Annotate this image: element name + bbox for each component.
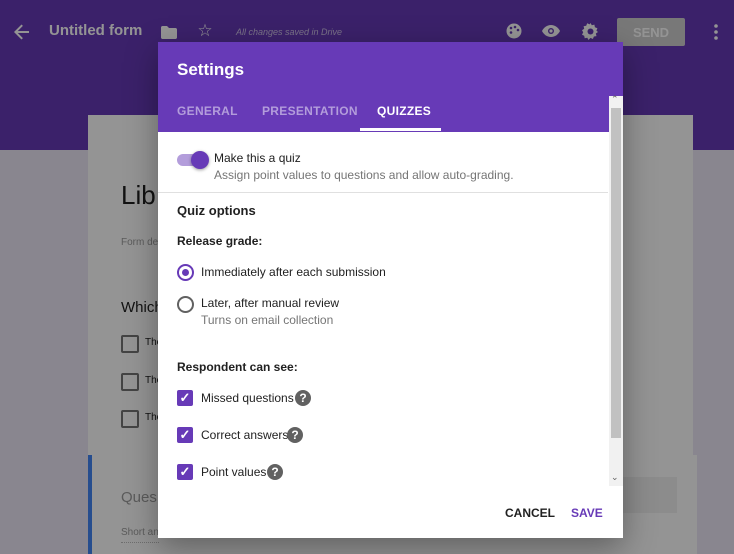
tab-quizzes[interactable]: QUIZZES	[377, 104, 431, 118]
settings-dialog: Settings GENERAL PRESENTATION QUIZZES Ma…	[158, 42, 623, 538]
tab-general[interactable]: GENERAL	[177, 104, 238, 118]
help-icon[interactable]: ?	[295, 390, 311, 406]
scrollbar-thumb[interactable]	[611, 108, 621, 438]
point-values-checkbox[interactable]: ✓	[177, 464, 193, 480]
quiz-toggle[interactable]	[191, 151, 209, 169]
section-divider	[158, 192, 608, 193]
radio-later-sub: Turns on email collection	[201, 313, 334, 327]
quiz-options-heading: Quiz options	[177, 203, 256, 218]
quiz-toggle-description: Assign point values to questions and all…	[214, 168, 514, 182]
help-icon[interactable]: ?	[267, 464, 283, 480]
respondent-heading: Respondent can see:	[177, 360, 298, 374]
correct-answers-label[interactable]: Correct answers	[201, 428, 288, 442]
radio-later-label[interactable]: Later, after manual review	[201, 296, 339, 310]
dialog-header	[158, 42, 623, 132]
radio-immediately[interactable]	[177, 264, 194, 281]
correct-answers-checkbox[interactable]: ✓	[177, 427, 193, 443]
missed-questions-label[interactable]: Missed questions	[201, 391, 294, 405]
missed-questions-checkbox[interactable]: ✓	[177, 390, 193, 406]
help-icon[interactable]: ?	[287, 427, 303, 443]
save-button[interactable]: SAVE	[571, 506, 603, 520]
scroll-up-icon[interactable]: ⌃	[611, 94, 619, 105]
scroll-down-icon[interactable]: ⌄	[611, 472, 619, 483]
quiz-toggle-label: Make this a quiz	[214, 151, 301, 165]
tab-presentation[interactable]: PRESENTATION	[262, 104, 358, 118]
radio-later[interactable]	[177, 296, 194, 313]
active-tab-indicator	[360, 128, 441, 131]
release-grade-heading: Release grade:	[177, 234, 263, 248]
radio-immediately-label[interactable]: Immediately after each submission	[201, 265, 386, 279]
cancel-button[interactable]: CANCEL	[505, 506, 555, 520]
point-values-label[interactable]: Point values	[201, 465, 266, 479]
dialog-title: Settings	[177, 60, 245, 79]
